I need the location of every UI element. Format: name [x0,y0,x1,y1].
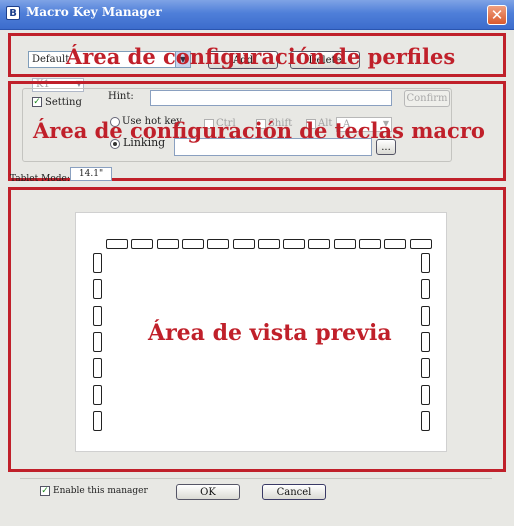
macro-key-left[interactable] [93,358,102,379]
macro-key-top[interactable] [232,239,255,249]
macro-key-right[interactable] [421,384,430,405]
macro-key-left[interactable] [93,331,102,352]
macro-key-top[interactable] [333,239,356,249]
profile-area-label: Área de configuración de perfiles [66,44,456,69]
macro-key-top[interactable] [409,239,432,249]
macro-key-right[interactable] [421,279,430,300]
macro-key-top[interactable] [384,239,407,249]
macro-key-top[interactable] [156,239,179,249]
macro-key-left[interactable] [93,305,102,326]
close-button[interactable]: ✕ [487,5,507,25]
enable-manager-label: Enable this manager [53,486,148,496]
preview-area-label: Área de vista previa [148,320,392,346]
macro-key-top[interactable] [359,239,381,249]
macro-key-left[interactable] [93,384,102,405]
macro-key-top[interactable] [283,239,306,249]
ok-button[interactable]: OK [176,484,240,500]
macro-key-right[interactable] [421,305,430,326]
macro-key-right[interactable] [421,331,430,352]
macro-key-top[interactable] [181,239,204,249]
macro-area-label: Área de configuración de teclas macro [33,118,485,143]
window-title: Macro Key Manager [26,5,162,19]
macro-key-left[interactable] [93,410,102,431]
macro-key-top[interactable] [106,239,128,249]
enable-manager-checkbox[interactable]: ✓ [40,486,50,496]
macro-key-left[interactable] [93,279,102,300]
footer-divider [20,478,492,479]
macro-key-right[interactable] [421,253,430,273]
macro-key-top[interactable] [308,239,331,249]
tablet-mode-label: Tablet Mode: [10,174,70,184]
cancel-button[interactable]: Cancel [262,484,326,500]
macro-key-right[interactable] [421,358,430,379]
app-icon: B [6,6,20,20]
macro-key-top[interactable] [131,239,154,249]
macro-key-top[interactable] [257,239,280,249]
macro-key-top[interactable] [207,239,230,249]
macro-key-left[interactable] [93,253,102,273]
tablet-mode-value[interactable]: 14.1" [70,167,112,181]
macro-key-right[interactable] [421,410,430,431]
